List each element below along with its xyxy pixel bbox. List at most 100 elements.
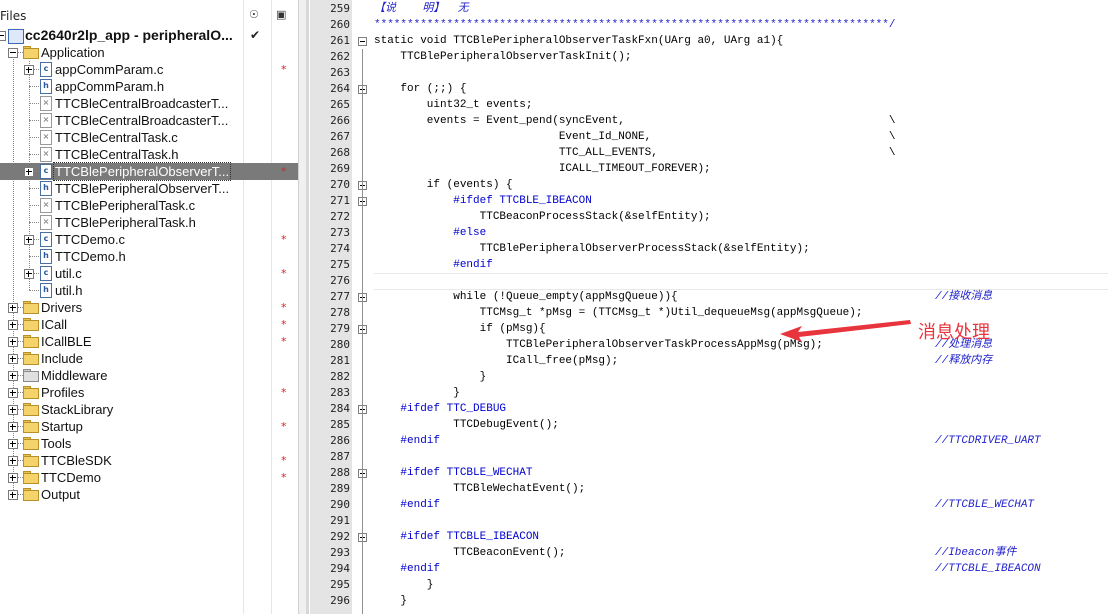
folder-icon (23, 437, 39, 450)
column-options-icon[interactable]: ☉ (249, 8, 265, 24)
excluded-file-icon: × (40, 198, 52, 213)
tree-folder-row[interactable]: Profiles * (0, 384, 298, 401)
tree-file-row[interactable]: c appCommParam.c * (0, 61, 298, 78)
code-line[interactable]: while (!Queue_empty(appMsgQueue)){ (374, 289, 677, 305)
tree-file-row[interactable]: h appCommParam.h (0, 78, 298, 95)
expand-icon[interactable] (8, 422, 18, 432)
tree-folder-row[interactable]: Application (0, 44, 298, 61)
code-line[interactable]: TTCMsg_t *pMsg = (TTCMsg_t *)Util_dequeu… (374, 305, 863, 321)
expand-icon[interactable] (8, 473, 18, 483)
tree-file-row[interactable]: × TTCBleCentralTask.c (0, 129, 298, 146)
expand-icon[interactable] (8, 354, 18, 364)
expand-icon[interactable] (8, 439, 18, 449)
expand-icon[interactable] (8, 337, 18, 347)
code-line[interactable]: TTCBeaconProcessStack(&selfEntity); (374, 209, 711, 225)
tree-file-row[interactable]: c TTCDemo.c * (0, 231, 298, 248)
file-tree-panel[interactable]: Files ☉ ▣ cc2640r2lp_app - peripheralO..… (0, 0, 298, 614)
code-line[interactable]: } (374, 577, 434, 593)
expand-icon[interactable] (8, 320, 18, 330)
code-line[interactable]: TTCBlePeripheralObserverTaskProcessAppMs… (374, 337, 823, 353)
code-line[interactable]: #ifdef TTCBLE_IBEACON (374, 193, 592, 209)
expand-icon[interactable] (8, 388, 18, 398)
tree-folder-row[interactable]: TTCDemo * (0, 469, 298, 486)
line-number: 281 (330, 354, 350, 367)
tree-folder-row[interactable]: Middleware (0, 367, 298, 384)
code-line[interactable]: #endif (374, 497, 440, 513)
expand-icon[interactable] (24, 235, 34, 245)
code-line[interactable]: TTCBlePeripheralObserverTaskInit(); (374, 49, 631, 65)
excluded-file-icon: × (40, 215, 52, 230)
expand-icon[interactable] (8, 371, 18, 381)
code-line[interactable]: } (374, 593, 407, 609)
code-line[interactable]: #endif (374, 257, 493, 273)
line-number: 267 (330, 130, 350, 143)
code-line[interactable]: } (374, 385, 460, 401)
code-line[interactable]: TTC_ALL_EVENTS, \ (374, 145, 896, 161)
tree-file-row[interactable]: × TTCBlePeripheralTask.c (0, 197, 298, 214)
code-line[interactable]: if (pMsg){ (374, 321, 546, 337)
code-line[interactable]: } (374, 369, 487, 385)
expand-icon[interactable] (24, 269, 34, 279)
fold-toggle-icon[interactable] (358, 37, 367, 46)
code-line[interactable]: TTCBleWechatEvent(); (374, 481, 585, 497)
code-line[interactable]: #ifdef TTCBLE_IBEACON (374, 529, 539, 545)
code-line[interactable]: uint32_t events; (374, 97, 533, 113)
tree-file-row[interactable]: × TTCBleCentralTask.h (0, 146, 298, 163)
folder-icon (23, 301, 39, 314)
line-number: 263 (330, 66, 350, 79)
tree-file-row[interactable]: × TTCBleCentralBroadcasterT... (0, 112, 298, 129)
code-line[interactable]: 【说 明】 无 (374, 1, 469, 17)
collapse-icon[interactable] (0, 31, 6, 41)
tree-file-row[interactable]: c util.c * (0, 265, 298, 282)
column-config-icon[interactable]: ▣ (276, 8, 292, 24)
code-line[interactable]: TTCBeaconEvent(); (374, 545, 565, 561)
collapse-icon[interactable] (8, 48, 18, 58)
tree-folder-row[interactable]: Output (0, 486, 298, 503)
code-line[interactable]: #else (374, 225, 486, 241)
tree-folder-row[interactable]: Include (0, 350, 298, 367)
code-editor[interactable]: 259 【说 明】 无 260 ***************************… (310, 0, 1108, 614)
code-line[interactable]: events = Event_pend(syncEvent, \ (374, 113, 896, 129)
tree-file-row[interactable]: × TTCBleCentralBroadcasterT... (0, 95, 298, 112)
tree-item-label: TTCBlePeripheralTask.c (55, 198, 196, 213)
tree-folder-row[interactable]: Tools (0, 435, 298, 452)
tree-file-row[interactable]: × TTCBlePeripheralTask.h (0, 214, 298, 231)
expand-icon[interactable] (24, 167, 34, 177)
tree-file-row[interactable]: h TTCBlePeripheralObserverT... (0, 180, 298, 197)
code-line[interactable]: if (events) { (374, 177, 513, 193)
code-line[interactable]: TTCDebugEvent(); (374, 417, 559, 433)
tree-file-row[interactable]: h util.h (0, 282, 298, 299)
expand-icon[interactable] (8, 490, 18, 500)
expand-icon[interactable] (8, 405, 18, 415)
code-line[interactable]: ****************************************… (374, 17, 896, 33)
code-line[interactable]: for (;;) { (374, 81, 466, 97)
line-number: 260 (330, 18, 350, 31)
tree-file-row[interactable]: h TTCDemo.h (0, 248, 298, 265)
code-line[interactable]: #endif (374, 561, 440, 577)
code-line[interactable]: #ifdef TTC_DEBUG (374, 401, 506, 417)
tree-folder-row[interactable]: Drivers * (0, 299, 298, 316)
code-line[interactable]: ICall_free(pMsg); (374, 353, 618, 369)
code-line[interactable]: static void TTCBlePeripheralObserverTask… (374, 33, 783, 49)
tree-folder-row[interactable]: ICallBLE * (0, 333, 298, 350)
code-line[interactable]: #endif (374, 433, 440, 449)
current-line-highlight (374, 273, 1108, 290)
tree-folder-row[interactable]: TTCBleSDK * (0, 452, 298, 469)
expand-icon[interactable] (8, 303, 18, 313)
expand-icon[interactable] (24, 65, 34, 75)
code-line[interactable]: ICALL_TIMEOUT_FOREVER); (374, 161, 711, 177)
code-line[interactable]: Event_Id_NONE, \ (374, 129, 896, 145)
expand-icon[interactable] (8, 456, 18, 466)
line-number: 261 (330, 34, 350, 47)
tree-folder-row[interactable]: Startup * (0, 418, 298, 435)
line-comment: //TTCBLE_WECHAT (935, 499, 1035, 511)
tree-file-row[interactable]: c TTCBlePeripheralObserverT... * (0, 162, 298, 181)
tree-project-row[interactable]: cc2640r2lp_app - peripheralO... ✔ (0, 27, 298, 44)
tree-folder-row[interactable]: ICall * (0, 316, 298, 333)
code-line[interactable]: #ifdef TTCBLE_WECHAT (374, 465, 532, 481)
code-line[interactable]: TTCBlePeripheralObserverProcessStack(&se… (374, 241, 810, 257)
c-file-icon: c (40, 232, 52, 247)
tree-folder-row[interactable]: StackLibrary (0, 401, 298, 418)
modified-marker: * (281, 233, 287, 246)
pane-splitter[interactable] (306, 0, 309, 614)
